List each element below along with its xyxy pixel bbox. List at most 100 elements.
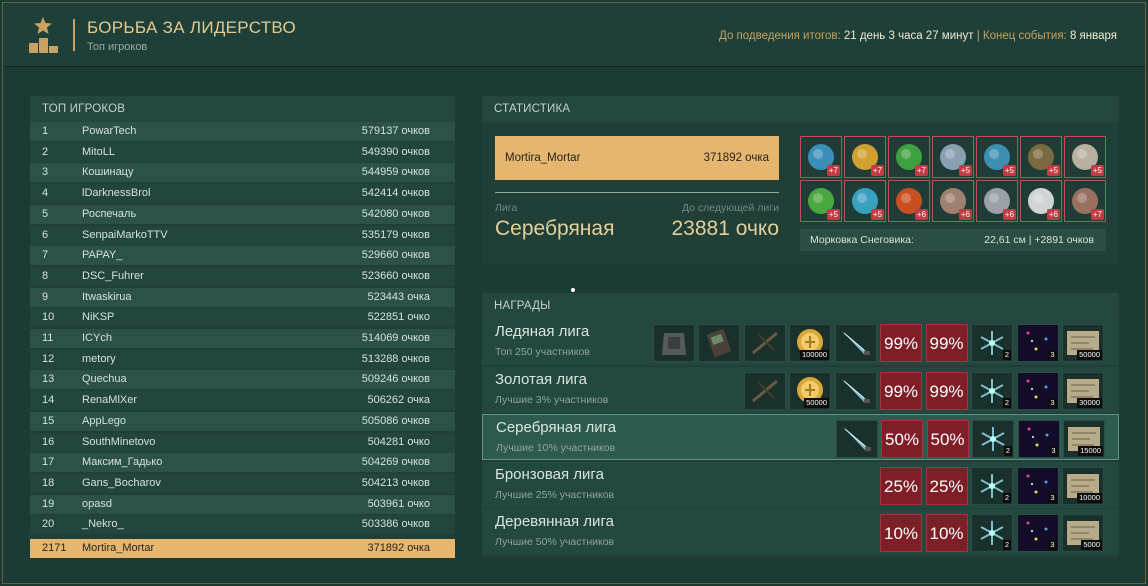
sparkle-icon[interactable]: 3 [1016, 466, 1059, 505]
league-description: Лучшие 10% участников [496, 442, 616, 454]
percent-bonus-reward[interactable]: 99% [925, 324, 968, 362]
leaderboard-row[interactable]: 15 AppLego 505086 очков [30, 411, 455, 431]
map-icon[interactable]: 50000 [1062, 324, 1104, 362]
league-description: Лучшие 3% участников [495, 393, 609, 406]
leaderboard-row[interactable]: 9 Itwaskirua 523443 очка [30, 287, 455, 307]
player-score: 503961 очко [367, 497, 430, 510]
sparkle-icon[interactable]: 3 [1016, 371, 1059, 410]
player-name: PowarTech [82, 125, 137, 137]
item-quantity: 2 [1002, 350, 1011, 360]
leaderboard-row[interactable]: 2 MitoLL 549390 очков [30, 142, 455, 162]
leaderboard-row[interactable]: 18 Gans_Bocharov 504213 очков [30, 473, 455, 493]
leaderboard-row[interactable]: 13 Quechua 509246 очков [30, 370, 455, 390]
map-icon[interactable]: 30000 [1062, 371, 1104, 410]
leaderboard-row[interactable]: 8 DSC_Fuhrer 523660 очков [30, 266, 455, 286]
mossy-rock-icon[interactable]: +5 [1020, 136, 1062, 178]
leaderboard-row[interactable]: 7 PAPAY_ 529660 очков [30, 246, 455, 266]
blue-crystals-icon[interactable]: +5 [844, 180, 886, 222]
ore-rock-icon[interactable]: +6 [976, 180, 1018, 222]
bonus-badge: +5 [1002, 165, 1016, 176]
mushroom-icon[interactable]: +6 [932, 180, 974, 222]
percent-bonus-reward[interactable]: 10% [925, 514, 968, 552]
crab-claw-icon[interactable]: +7 [1064, 180, 1106, 222]
leaderboard-row[interactable]: 4 lDarknessBrol 542414 очков [30, 184, 455, 204]
leaderboard-row[interactable]: 14 RenaMlXer 506262 очка [30, 391, 455, 411]
percent-bonus-reward[interactable]: 25% [925, 466, 968, 505]
leaderboard-row[interactable]: 12 metory 513288 очков [30, 349, 455, 369]
map-icon[interactable]: 10000 [1062, 466, 1104, 505]
map-icon[interactable]: 5000 [1062, 514, 1104, 552]
white-coral-icon[interactable]: +6 [1020, 180, 1062, 222]
rank: 17 [42, 456, 55, 469]
knife-icon[interactable] [834, 371, 877, 410]
spiky-orb-icon[interactable]: +7 [800, 136, 842, 178]
leaderboard-row[interactable]: 17 Максим_Гадько 504269 очков [30, 453, 455, 473]
green-vines-icon[interactable]: +5 [800, 180, 842, 222]
item-quantity: 50000 [1077, 350, 1102, 360]
crossbow-icon[interactable] [743, 371, 786, 410]
map-icon[interactable]: 15000 [1063, 420, 1105, 458]
player-score: 504269 очков [361, 456, 430, 469]
snowflake-icon[interactable]: 2 [972, 420, 1014, 458]
torches-icon[interactable]: +7 [844, 136, 886, 178]
snowflake-icon[interactable]: 2 [971, 466, 1013, 505]
percent-bonus-reward[interactable]: 10% [880, 514, 922, 552]
carrot-stat: Морковка Снеговика: 22,61 см | +2891 очк… [800, 229, 1106, 251]
sparkle-icon[interactable]: 3 [1016, 514, 1059, 552]
percent-bonus-reward[interactable]: 25% [880, 466, 922, 505]
item-quantity: 2 [1002, 492, 1011, 503]
leaderboard-row[interactable]: 1 PowarTech 579137 очков [30, 122, 455, 141]
coin-icon[interactable]: 50000 [789, 371, 831, 410]
item-quantity: 30000 [1077, 397, 1102, 408]
snowflake-icon[interactable]: 2 [971, 371, 1013, 410]
device-icon[interactable] [698, 324, 740, 362]
player-name: _Nekro_ [82, 518, 124, 531]
leaderboard-row[interactable]: 20 _Nekro_ 503386 очков [30, 515, 455, 535]
player-name: Кошинацу [82, 166, 134, 179]
coin-icon[interactable]: 100000 [789, 324, 831, 362]
leaderboard-row[interactable]: 5 Роспечаль 542080 очков [30, 204, 455, 224]
player-name: NiKSP [82, 311, 115, 324]
rank: 2171 [42, 542, 67, 554]
rank: 6 [42, 228, 49, 241]
knife-icon[interactable] [835, 420, 878, 458]
percent-bonus-reward[interactable]: 50% [926, 420, 969, 458]
leaderboard-row[interactable]: 3 Кошинацу 544959 очков [30, 163, 455, 183]
knife-icon[interactable] [834, 324, 877, 362]
armor-icon[interactable] [652, 324, 695, 362]
green-pods-icon[interactable]: +7 [888, 136, 930, 178]
crossbow-icon[interactable] [743, 324, 786, 362]
percent-bonus-reward[interactable]: 99% [880, 324, 922, 362]
leaderboard-row[interactable]: 6 SenpaiMarkoTTV 535179 очков [30, 225, 455, 245]
bonus-badge: +6 [1046, 209, 1060, 220]
snowflake-icon[interactable]: 2 [971, 514, 1013, 552]
snowflake-icon[interactable]: 2 [971, 324, 1013, 362]
bonus-badge: +6 [958, 209, 972, 220]
leaderboard-row[interactable]: 16 SouthMinetovo 504281 очко [30, 432, 455, 452]
sparkle-icon[interactable]: 3 [1017, 420, 1060, 458]
player-score: 549390 очков [361, 145, 430, 158]
hook-icon[interactable]: +5 [932, 136, 974, 178]
leaderboard-row[interactable]: 11 ICYch 514069 очков [30, 329, 455, 348]
rank: 10 [42, 311, 55, 324]
leaderboard-panel: ТОП ИГРОКОВ 1 PowarTech 579137 очков 2 MitoL… [30, 96, 455, 558]
leaderboard-row[interactable]: 10 NiKSP 522851 очко [30, 308, 455, 328]
player-score: 523660 очков [361, 269, 430, 282]
rank: 13 [42, 373, 55, 386]
orange-chain-icon[interactable]: +6 [888, 180, 930, 222]
stats-title: СТАТИСТИКА [482, 96, 1119, 122]
leaderboard-row[interactable]: 19 opasd 503961 очко [30, 494, 455, 514]
item-quantity: 3 [1048, 397, 1057, 408]
percent-bonus-reward[interactable]: 50% [881, 420, 923, 458]
leaderboard-row-current-player[interactable]: 2171 Mortira_Mortar 371892 очка [30, 539, 455, 558]
league-name: Серебряная лига [496, 419, 617, 436]
percent-bonus-reward[interactable]: 99% [925, 371, 968, 410]
item-quantity: 3 [1048, 350, 1057, 360]
percent-bonus-reward[interactable]: 99% [880, 371, 922, 410]
rank: 3 [42, 166, 49, 179]
sparkle-icon[interactable]: 3 [1016, 324, 1059, 362]
shell-icon[interactable]: +5 [1064, 136, 1106, 178]
player-name: MitoLL [82, 145, 116, 158]
blue-coral-icon[interactable]: +5 [976, 136, 1018, 178]
player-score: 522851 очко [367, 311, 430, 324]
